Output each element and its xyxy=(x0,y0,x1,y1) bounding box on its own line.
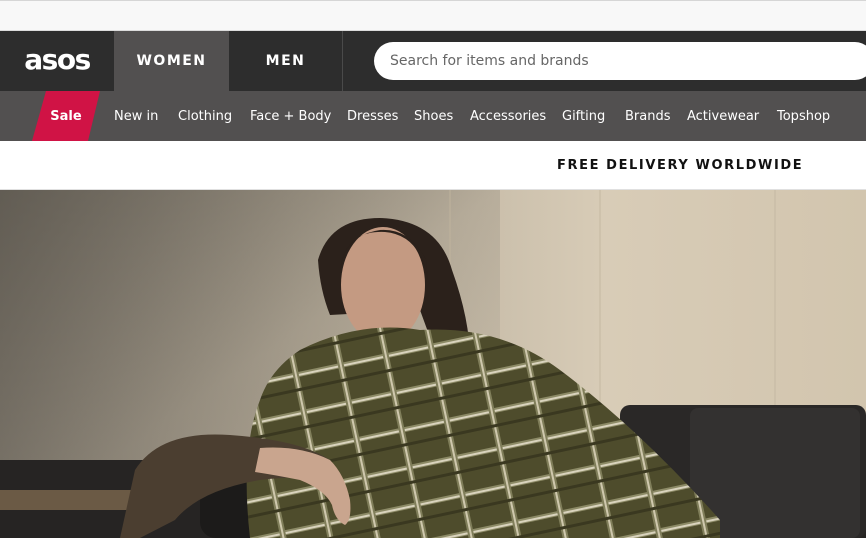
tab-women[interactable]: WOMEN xyxy=(114,31,229,91)
nav-item-gifting[interactable]: Gifting xyxy=(562,91,605,141)
nav-item-dresses[interactable]: Dresses xyxy=(347,91,398,141)
tab-men-label: MEN xyxy=(265,53,306,69)
site-header: asos WOMEN MEN xyxy=(0,31,866,91)
search-input[interactable] xyxy=(390,53,866,69)
nav-item-face-body[interactable]: Face + Body xyxy=(250,91,331,141)
hero-image[interactable] xyxy=(0,190,866,538)
nav-item-new-in[interactable]: New in xyxy=(114,91,158,141)
nav-item-shoes[interactable]: Shoes xyxy=(414,91,453,141)
logo-text: asos xyxy=(24,42,91,76)
promo-text: FREE DELIVERY WORLDWIDE xyxy=(557,158,804,173)
nav-item-brands[interactable]: Brands xyxy=(625,91,671,141)
tab-women-label: WOMEN xyxy=(136,53,207,69)
nav-item-accessories[interactable]: Accessories xyxy=(470,91,546,141)
promo-banner[interactable]: FREE DELIVERY WORLDWIDE xyxy=(0,141,866,190)
nav-item-activewear[interactable]: Activewear xyxy=(687,91,759,141)
search-bar[interactable] xyxy=(374,42,866,80)
asos-logo[interactable]: asos xyxy=(0,31,114,91)
tab-men[interactable]: MEN xyxy=(229,31,343,91)
nav-item-sale[interactable]: Sale xyxy=(32,91,100,141)
category-nav: Sale New in Clothing Face + Body Dresses… xyxy=(0,91,866,141)
nav-item-clothing[interactable]: Clothing xyxy=(178,91,232,141)
sale-label: Sale xyxy=(50,108,82,124)
hero-photo-illustration xyxy=(0,190,866,538)
nav-item-topshop[interactable]: Topshop xyxy=(777,91,830,141)
browser-top-strip xyxy=(0,0,866,31)
